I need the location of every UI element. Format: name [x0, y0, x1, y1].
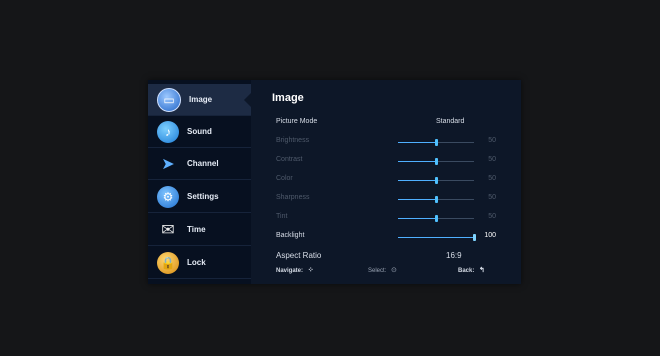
setting-row-sharpness[interactable]: Sharpness 50: [276, 193, 498, 205]
slider-fill: [398, 199, 436, 200]
setting-label: Aspect Ratio: [276, 251, 322, 260]
setting-row-aspect-ratio[interactable]: Aspect Ratio 16:9: [276, 250, 498, 262]
setting-value: 100: [484, 232, 496, 239]
select-hint: Select: ⊙: [368, 266, 397, 274]
setting-row-backlight[interactable]: Backlight 100: [276, 231, 498, 243]
setting-label: Color: [276, 175, 293, 182]
sidebar-item-channel[interactable]: ➤ Channel: [148, 148, 251, 180]
setting-label: Contrast: [276, 156, 303, 163]
navigate-label: Navigate:: [276, 268, 304, 274]
back-icon: ↰: [479, 267, 485, 274]
setting-label: Brightness: [276, 137, 310, 144]
setting-label: Sharpness: [276, 194, 310, 201]
color-slider[interactable]: [398, 177, 474, 184]
sidebar-item-image[interactable]: ▭ Image: [148, 84, 252, 116]
setting-value: 50: [488, 156, 496, 163]
sidebar: ▭ Image ♪ Sound ➤ Channel ⚙ Settings ✉ T…: [148, 80, 252, 284]
settings-icon: ⚙: [157, 185, 179, 208]
setting-value: Standard: [436, 118, 465, 125]
image-icon: ▭: [157, 87, 181, 112]
select-label: Select:: [368, 268, 387, 274]
slider-thumb[interactable]: [434, 158, 438, 165]
navigate-hint: Navigate: ⁘: [276, 266, 314, 274]
back-hint: Back: ↰: [458, 266, 485, 274]
slider-thumb[interactable]: [434, 215, 438, 222]
backlight-slider[interactable]: [398, 234, 476, 241]
slider-thumb[interactable]: [434, 139, 438, 146]
slider-thumb[interactable]: [434, 177, 438, 184]
sharpness-slider[interactable]: [398, 196, 474, 203]
sidebar-item-label: Sound: [187, 127, 212, 136]
slider-thumb[interactable]: [472, 234, 476, 241]
setting-row-picture-mode[interactable]: Picture Mode Standard: [276, 117, 498, 129]
setting-row-brightness[interactable]: Brightness 50: [276, 136, 498, 148]
lock-icon: 🔒: [157, 251, 179, 274]
footer-hints: Navigate: ⁘ Select: ⊙ Back: ↰: [276, 266, 496, 276]
tv-settings-menu: ▭ Image ♪ Sound ➤ Channel ⚙ Settings ✉ T…: [148, 80, 521, 284]
setting-label: Tint: [276, 213, 288, 220]
sidebar-item-label: Channel: [187, 159, 219, 168]
sidebar-item-time[interactable]: ✉ Time: [148, 214, 251, 246]
setting-row-contrast[interactable]: Contrast 50: [276, 155, 498, 167]
sidebar-item-label: Lock: [187, 258, 206, 267]
sidebar-item-lock[interactable]: 🔒 Lock: [148, 247, 251, 279]
sidebar-item-label: Time: [187, 225, 206, 234]
setting-row-color[interactable]: Color 50: [276, 174, 498, 186]
slider-thumb[interactable]: [434, 196, 438, 203]
back-label: Back:: [458, 268, 475, 274]
tint-slider[interactable]: [398, 215, 474, 222]
satellite-dish-icon: ➤: [161, 155, 175, 173]
slider-fill: [398, 237, 474, 238]
setting-value: 50: [488, 175, 496, 182]
sidebar-item-sound[interactable]: ♪ Sound: [148, 116, 251, 148]
sidebar-item-label: Image: [189, 95, 213, 104]
clock-icon: ✉: [161, 221, 175, 239]
setting-value: 50: [488, 137, 496, 144]
sidebar-item-settings[interactable]: ⚙ Settings: [148, 181, 251, 213]
navigate-icon: ⁘: [307, 267, 314, 274]
setting-row-tint[interactable]: Tint 50: [276, 212, 498, 224]
setting-value: 16:9: [446, 251, 462, 260]
setting-value: 50: [488, 194, 496, 201]
active-pointer-icon: [244, 92, 252, 108]
slider-fill: [398, 161, 436, 162]
setting-value: 50: [488, 213, 496, 220]
sound-icon: ♪: [157, 120, 179, 143]
sidebar-item-label: Settings: [187, 192, 219, 201]
slider-fill: [398, 142, 436, 143]
contrast-slider[interactable]: [398, 158, 474, 165]
setting-label: Backlight: [276, 232, 305, 239]
setting-label: Picture Mode: [276, 118, 318, 125]
slider-fill: [398, 218, 436, 219]
page-title: Image: [272, 92, 304, 104]
slider-fill: [398, 180, 436, 181]
brightness-slider[interactable]: [398, 139, 474, 146]
select-icon: ⊙: [391, 267, 397, 274]
